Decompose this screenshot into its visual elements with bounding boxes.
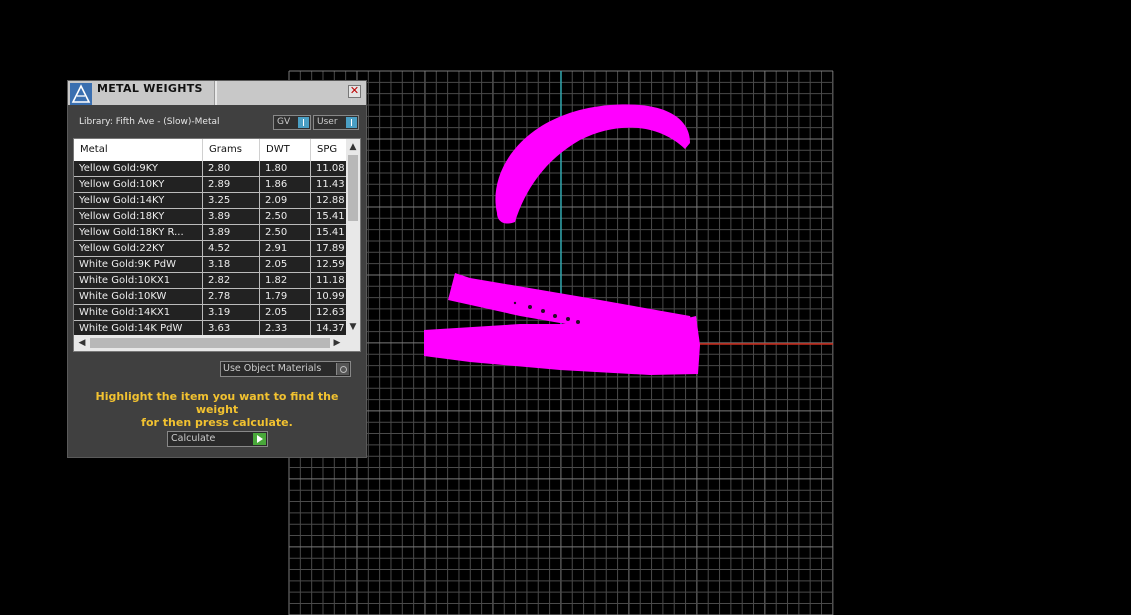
- cell-spg: 11.08: [311, 161, 351, 177]
- user-toggle-indicator-icon: [346, 117, 357, 128]
- cell-dwt: 1.86: [260, 177, 311, 193]
- use-object-materials-toggle[interactable]: Use Object Materials: [220, 361, 351, 377]
- vertical-scrollbar[interactable]: ▲ ▼: [346, 139, 360, 335]
- cell-grams: 3.25: [203, 193, 260, 209]
- cell-spg: 12.59: [311, 257, 351, 273]
- gv-toggle-label: GV: [277, 117, 291, 127]
- panel-title: METAL WEIGHTS: [97, 82, 203, 95]
- table-row[interactable]: White Gold:10KX1 2.82 1.82 11.18: [74, 273, 351, 289]
- table-row[interactable]: White Gold:9K PdW 3.18 2.05 12.59: [74, 257, 351, 273]
- cell-dwt: 1.82: [260, 273, 311, 289]
- instruction-line-2: for then press calculate.: [141, 416, 293, 429]
- cell-dwt: 2.50: [260, 209, 311, 225]
- cell-spg: 10.99: [311, 289, 351, 305]
- cell-spg: 15.41: [311, 209, 351, 225]
- user-toggle[interactable]: User: [313, 115, 359, 130]
- cell-grams: 2.89: [203, 177, 260, 193]
- scroll-right-icon[interactable]: ▶: [330, 335, 344, 351]
- table-row[interactable]: Yellow Gold:18KY R... 3.89 2.50 15.41: [74, 225, 351, 241]
- close-button[interactable]: ✕: [348, 85, 361, 98]
- table-row[interactable]: Yellow Gold:22KY 4.52 2.91 17.89: [74, 241, 351, 257]
- cell-spg: 15.41: [311, 225, 351, 241]
- horizontal-scrollbar[interactable]: ◀ ▶: [74, 335, 360, 351]
- cell-grams: 4.52: [203, 241, 260, 257]
- cell-grams: 2.80: [203, 161, 260, 177]
- instruction-line-1: Highlight the item you want to find the …: [95, 390, 339, 416]
- cell-spg: 12.63: [311, 305, 351, 321]
- cell-spg: 11.43: [311, 177, 351, 193]
- cell-metal: Yellow Gold:18KY: [74, 209, 203, 225]
- calculate-button[interactable]: Calculate: [167, 431, 268, 447]
- cell-grams: 3.18: [203, 257, 260, 273]
- table-row[interactable]: Yellow Gold:14KY 3.25 2.09 12.88: [74, 193, 351, 209]
- scroll-left-icon[interactable]: ◀: [75, 335, 89, 351]
- cell-metal: White Gold:10KX1: [74, 273, 203, 289]
- column-header-metal[interactable]: Metal: [74, 139, 203, 161]
- panel-titlebar[interactable]: METAL WEIGHTS ✕: [68, 81, 366, 105]
- scroll-down-icon[interactable]: ▼: [346, 320, 360, 334]
- table-row[interactable]: Yellow Gold:9KY 2.80 1.80 11.08: [74, 161, 351, 177]
- scroll-up-icon[interactable]: ▲: [346, 140, 360, 154]
- play-arrow-icon: [253, 433, 266, 445]
- radio-indicator-icon: [336, 363, 349, 375]
- metal-table[interactable]: Metal Grams DWT SPG Yellow Gold:9KY 2.80 1…: [73, 138, 361, 352]
- table-row[interactable]: Yellow Gold:10KY 2.89 1.86 11.43: [74, 177, 351, 193]
- cell-metal: Yellow Gold:10KY: [74, 177, 203, 193]
- user-toggle-label: User: [317, 117, 338, 127]
- cell-spg: 11.18: [311, 273, 351, 289]
- cell-metal: White Gold:10KW: [74, 289, 203, 305]
- calculate-label: Calculate: [171, 433, 216, 444]
- cell-dwt: 2.91: [260, 241, 311, 257]
- cell-metal: Yellow Gold:18KY R...: [74, 225, 203, 241]
- metal-weights-panel: METAL WEIGHTS ✕ Library: Fifth Ave - (Sl…: [67, 80, 367, 458]
- cell-spg: 12.88: [311, 193, 351, 209]
- table-row[interactable]: White Gold:10KW 2.78 1.79 10.99: [74, 289, 351, 305]
- vertical-scroll-thumb[interactable]: [348, 155, 358, 221]
- cell-dwt: 2.50: [260, 225, 311, 241]
- cell-grams: 2.78: [203, 289, 260, 305]
- table-header: Metal Grams DWT SPG: [74, 139, 351, 161]
- use-object-materials-label: Use Object Materials: [223, 363, 322, 374]
- cell-metal: Yellow Gold:14KY: [74, 193, 203, 209]
- close-icon: ✕: [349, 84, 360, 97]
- instruction-text: Highlight the item you want to find the …: [78, 390, 356, 429]
- cell-metal: White Gold:9K PdW: [74, 257, 203, 273]
- cell-metal: Yellow Gold:22KY: [74, 241, 203, 257]
- table-row[interactable]: White Gold:14KX1 3.19 2.05 12.63: [74, 305, 351, 321]
- cell-dwt: 2.09: [260, 193, 311, 209]
- column-header-dwt[interactable]: DWT: [260, 139, 311, 161]
- horizontal-scroll-thumb[interactable]: [90, 338, 330, 348]
- cell-grams: 2.82: [203, 273, 260, 289]
- table-row[interactable]: Yellow Gold:18KY 3.89 2.50 15.41: [74, 209, 351, 225]
- cell-grams: 3.89: [203, 209, 260, 225]
- gv-toggle-indicator-icon: [298, 117, 309, 128]
- cell-dwt: 1.80: [260, 161, 311, 177]
- cell-dwt: 2.05: [260, 305, 311, 321]
- column-header-grams[interactable]: Grams: [203, 139, 260, 161]
- titlebar-separator: [214, 81, 217, 105]
- cell-dwt: 1.79: [260, 289, 311, 305]
- cell-spg: 17.89: [311, 241, 351, 257]
- cell-grams: 3.19: [203, 305, 260, 321]
- column-header-spg[interactable]: SPG: [311, 139, 351, 161]
- gv-toggle[interactable]: GV: [273, 115, 311, 130]
- cell-metal: White Gold:14KX1: [74, 305, 203, 321]
- cell-dwt: 2.05: [260, 257, 311, 273]
- app-logo-icon: [70, 83, 92, 105]
- library-label: Library: Fifth Ave - (Slow)-Metal: [79, 117, 220, 127]
- cell-metal: Yellow Gold:9KY: [74, 161, 203, 177]
- cell-grams: 3.89: [203, 225, 260, 241]
